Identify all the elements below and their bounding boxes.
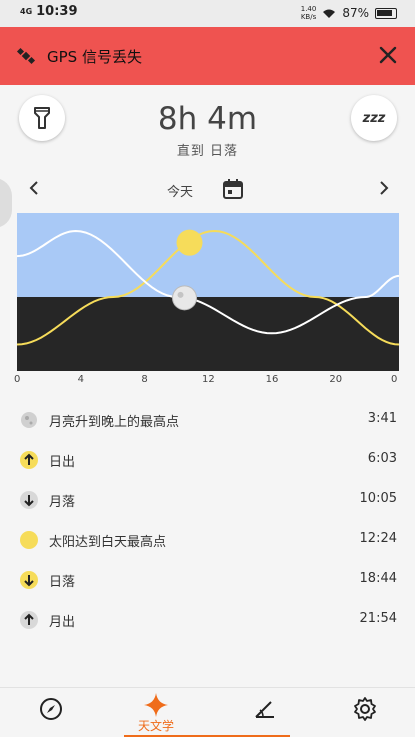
moon-marker — [172, 285, 198, 311]
calendar-icon[interactable] — [222, 178, 244, 200]
wifi-icon — [323, 9, 336, 18]
chevron-right-icon[interactable] — [374, 178, 394, 198]
event-label: 月出 — [49, 615, 76, 630]
event-label: 月亮升到晚上的最高点 — [49, 415, 180, 430]
event-time: 6:03 — [367, 451, 397, 466]
moonset-icon — [20, 491, 38, 509]
network-indicator: 4G — [20, 7, 33, 16]
net-speed-unit: KB/s — [300, 13, 317, 21]
x-tick-label: 4 — [77, 374, 85, 385]
x-tick-label: 20 — [329, 374, 343, 385]
event-time: 12:24 — [359, 531, 397, 546]
moon-phase-icon — [21, 412, 37, 428]
moon-crater — [177, 291, 184, 298]
chart-plot — [17, 213, 399, 371]
event-label: 日出 — [49, 455, 76, 470]
sleep-button[interactable]: zzz — [351, 95, 397, 141]
battery-percent: 87% — [342, 6, 369, 20]
event-time: 3:41 — [367, 411, 397, 426]
list-item[interactable]: 月落 10:05 — [0, 480, 415, 520]
banner-text: GPS 信号丢失 — [47, 48, 142, 66]
x-tick-label: 8 — [141, 374, 148, 385]
status-bar: 4G 10:39 1.40 KB/s 87% — [0, 0, 415, 27]
list-item[interactable]: 日出 6:03 — [0, 440, 415, 480]
angle-icon[interactable] — [252, 696, 278, 722]
sun-marker — [176, 229, 203, 256]
gps-lost-banner: GPS 信号丢失 — [0, 27, 415, 85]
event-time: 10:05 — [359, 491, 397, 506]
x-tick-label: 12 — [202, 374, 215, 385]
x-tick-label: 0 — [391, 374, 398, 385]
list-item[interactable]: 月亮升到晚上的最高点 3:41 — [0, 400, 415, 440]
date-label: 今天 — [167, 185, 194, 200]
moonrise-icon — [20, 611, 38, 629]
sun-moon-chart: 0 4 8 12 16 20 0 — [14, 213, 399, 385]
nav-active-label[interactable]: 天文学 — [124, 717, 188, 734]
date-navigation: 今天 — [0, 172, 415, 206]
event-label: 日落 — [49, 575, 76, 590]
battery-icon — [375, 7, 397, 19]
sunset-icon — [20, 571, 38, 589]
sky-area — [17, 213, 399, 297]
compass-icon[interactable] — [38, 696, 64, 722]
net-speed: 1.40 KB/s — [301, 5, 317, 21]
settings-icon[interactable] — [352, 696, 378, 722]
sleep-icon: zzz — [362, 110, 386, 126]
list-item[interactable]: 太阳达到白天最高点 12:24 — [0, 520, 415, 560]
net-speed-value: 1.40 — [300, 5, 317, 13]
event-label: 月落 — [49, 495, 76, 510]
sun-icon — [20, 531, 38, 549]
event-label: 太阳达到白天最高点 — [49, 535, 167, 550]
clock: 10:39 — [36, 4, 78, 19]
x-tick-label: 0 — [14, 374, 21, 385]
bottom-navigation: 天文学 — [0, 687, 415, 737]
satellite-icon — [16, 47, 36, 65]
chevron-left-icon[interactable] — [24, 178, 44, 198]
x-tick-label: 16 — [265, 374, 279, 385]
time-until-label: 直到 日落 — [176, 144, 239, 159]
status-right: 1.40 KB/s 87% — [301, 5, 397, 21]
sunrise-icon — [20, 451, 38, 469]
list-item[interactable]: 月出 21:54 — [0, 600, 415, 640]
astronomy-icon[interactable] — [143, 692, 169, 718]
close-icon[interactable] — [377, 44, 399, 66]
list-item[interactable]: 日落 18:44 — [0, 560, 415, 600]
event-time: 18:44 — [359, 571, 397, 586]
status-left: 4G 10:39 — [20, 4, 78, 19]
event-time: 21:54 — [359, 611, 397, 626]
